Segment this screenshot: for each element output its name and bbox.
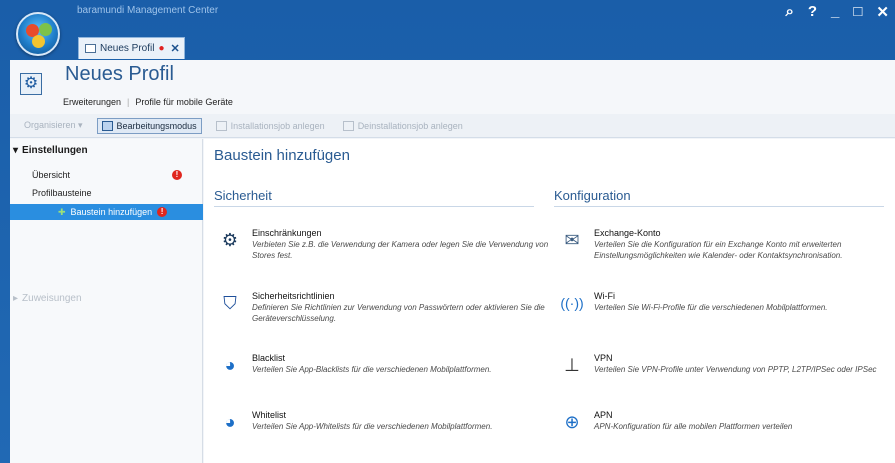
card-title: APN: [594, 410, 613, 420]
module-card-vpn[interactable]: ⊥ VPN Verteilen Sie VPN-Profile unter Ve…: [560, 353, 880, 393]
error-icon: !: [157, 207, 168, 217]
mail-icon: ✉: [564, 230, 580, 250]
breadcrumb: Erweiterungen | Profile für mobile Gerät…: [63, 97, 233, 107]
sidebar-section-einstellungen[interactable]: ▾ Einstellungen: [13, 145, 88, 156]
page-header: ⚙ Neues Profil Erweiterungen | Profile f…: [10, 60, 895, 114]
card-title: Exchange-Konto: [594, 228, 661, 238]
divider: [214, 206, 534, 207]
sidebar-item-label: Übersicht: [32, 170, 71, 180]
content-area: Baustein hinzufügen Sicherheit Konfigura…: [204, 139, 895, 463]
module-card-apn[interactable]: ⊕ APN APN-Konfiguration für alle mobilen…: [560, 410, 880, 450]
app-logo-icon[interactable]: [16, 12, 60, 56]
module-card-whitelist[interactable]: ◕ Whitelist Verteilen Sie App-Whitelists…: [218, 410, 538, 450]
globe-icon: ⊕: [564, 412, 580, 432]
edit-mode-button[interactable]: Bearbeitungsmodus: [96, 117, 202, 134]
card-title: VPN: [594, 353, 613, 363]
card-description: Verteilen Sie die Konfiguration für ein …: [594, 240, 843, 260]
sidebar-item-baustein-hinzufuegen[interactable]: ✚ Baustein hinzufügen !: [10, 204, 203, 220]
sidebar: ▾ Einstellungen Übersicht ! Profilbauste…: [10, 139, 203, 463]
sidebar-item-label: Profilbausteine: [32, 188, 92, 198]
pencil-icon: [101, 120, 113, 131]
module-card-sicherheitsrichtlinien[interactable]: ⛉ Sicherheitsrichtlinien Definieren Sie …: [218, 291, 545, 331]
card-title: Einschränkungen: [252, 228, 322, 238]
create-install-job-button[interactable]: Installationsjob anlegen: [212, 119, 329, 133]
module-card-exchange-konto[interactable]: ✉ Exchange-Konto Verteilen Sie die Konfi…: [560, 228, 880, 268]
sidebar-item-profilbausteine[interactable]: Profilbausteine: [32, 185, 92, 201]
card-description: Verbieten Sie z.B. die Verwendung der Ka…: [252, 240, 549, 260]
card-description: Verteilen Sie App-Whitelists für die ver…: [252, 422, 493, 431]
whitelist-icon: ◕: [224, 412, 236, 432]
card-description: Verteilen Sie App-Blacklists für die ver…: [252, 365, 492, 374]
module-card-wifi[interactable]: ((·)) Wi-Fi Verteilen Sie Wi-Fi-Profile …: [560, 291, 880, 331]
sidebar-section-zuweisungen[interactable]: ▸ Zuweisungen: [13, 293, 82, 304]
tab-label: Neues Profil: [100, 43, 155, 54]
breadcrumb-separator: |: [127, 97, 130, 107]
column-heading-konfiguration: Konfiguration: [554, 188, 631, 203]
sidebar-section-label: Zuweisungen: [22, 293, 82, 304]
column-heading-sicherheit: Sicherheit: [214, 188, 272, 203]
minimize-button[interactable]: _: [831, 3, 839, 21]
page-title: Neues Profil: [65, 63, 174, 85]
shield-icon: ⛉: [223, 293, 237, 313]
create-uninstall-job-button[interactable]: Deinstallationsjob anlegen: [339, 119, 467, 133]
module-card-einschraenkungen[interactable]: ⚙ Einschränkungen Verbieten Sie z.B. die…: [218, 228, 548, 268]
toolbar: Organisieren ▾ Bearbeitungsmodus Install…: [10, 114, 895, 138]
edit-mode-label: Bearbeitungsmodus: [116, 120, 197, 131]
card-title: Whitelist: [252, 410, 287, 420]
add-module-icon: ✚: [58, 206, 66, 217]
uninstall-job-icon: [342, 120, 354, 131]
app-frame: baramundi Management Center ⌕ ? _ □ ✕ Ne…: [0, 0, 895, 463]
window-controls: ⌕ ? _ □ ✕: [785, 3, 889, 21]
card-title: Sicherheitsrichtlinien: [252, 291, 335, 301]
breadcrumb-item-erweiterungen[interactable]: Erweiterungen: [63, 97, 121, 107]
card-description: Verteilen Sie Wi-Fi-Profile für die vers…: [594, 303, 828, 312]
content-title: Baustein hinzufügen: [214, 147, 350, 164]
profile-gear-icon: ⚙: [20, 73, 42, 95]
vpn-icon: ⊥: [564, 355, 580, 375]
gear-icon: ⚙: [221, 230, 239, 250]
help-icon[interactable]: ?: [808, 3, 817, 21]
sidebar-section-label: Einstellungen: [22, 145, 88, 156]
collapse-chevron-icon[interactable]: ▸: [13, 293, 18, 304]
sidebar-item-label: Baustein hinzufügen: [70, 207, 153, 217]
search-icon[interactable]: ⌕: [785, 3, 793, 21]
app-title: baramundi Management Center: [77, 5, 219, 16]
card-title: Wi-Fi: [594, 291, 615, 301]
breadcrumb-item-profile[interactable]: Profile für mobile Geräte: [135, 97, 233, 107]
title-bar: baramundi Management Center ⌕ ? _ □ ✕ Ne…: [0, 0, 895, 62]
tab-neues-profil[interactable]: Neues Profil ● ✕: [78, 37, 185, 59]
organize-button[interactable]: Organisieren ▾: [20, 118, 87, 133]
organize-label: Organisieren ▾: [24, 120, 83, 130]
card-description: APN-Konfiguration für alle mobilen Platt…: [594, 422, 793, 431]
expand-chevron-icon[interactable]: ▾: [13, 145, 18, 156]
wifi-icon: ((·)): [560, 295, 584, 311]
sidebar-item-uebersicht[interactable]: Übersicht !: [32, 167, 182, 183]
module-card-blacklist[interactable]: ◕ Blacklist Verteilen Sie App-Blacklists…: [218, 353, 538, 393]
close-window-button[interactable]: ✕: [876, 3, 889, 21]
main-window: ⚙ Neues Profil Erweiterungen | Profile f…: [10, 60, 895, 463]
logo-dot-yellow: [32, 35, 45, 48]
unsaved-marker: ●: [158, 43, 165, 54]
uninstall-job-label: Deinstallationsjob anlegen: [357, 120, 463, 131]
divider: [554, 206, 884, 207]
blacklist-icon: ◕: [224, 355, 236, 375]
tab-close-icon[interactable]: ✕: [171, 42, 180, 55]
install-job-label: Installationsjob anlegen: [230, 120, 325, 131]
card-description: Verteilen Sie VPN-Profile unter Verwendu…: [594, 365, 877, 374]
card-title: Blacklist: [252, 353, 286, 363]
document-icon: [85, 44, 96, 53]
logo-dot-green: [39, 23, 52, 36]
install-job-icon: [215, 120, 227, 131]
card-description: Definieren Sie Richtlinien zur Verwendun…: [252, 303, 545, 323]
error-icon: !: [172, 170, 182, 180]
maximize-button[interactable]: □: [853, 3, 862, 21]
